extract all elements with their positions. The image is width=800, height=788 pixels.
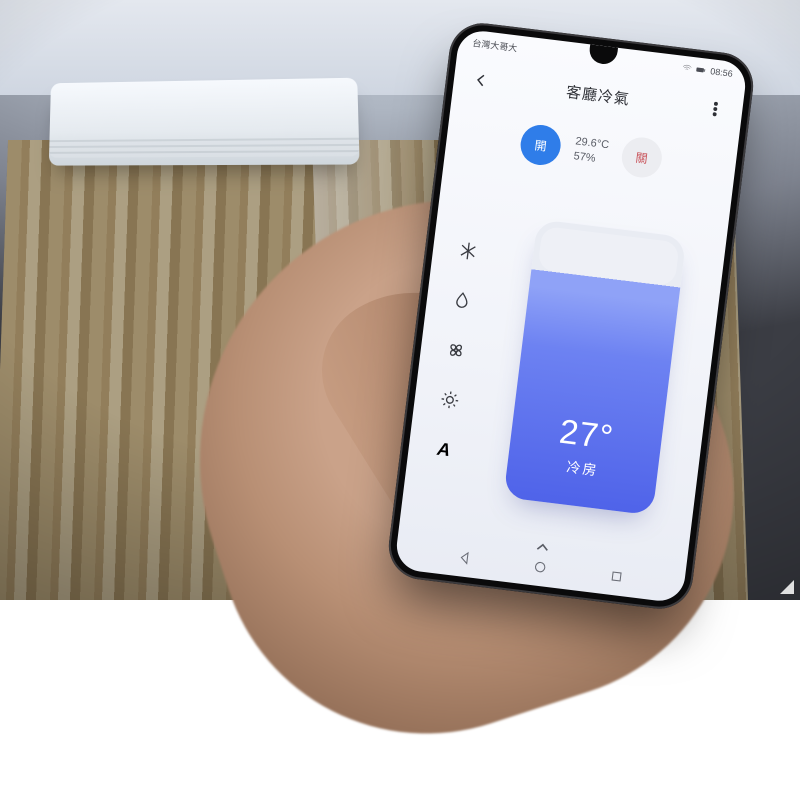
power-on-pill[interactable]: 開 [518, 123, 563, 168]
mode-auto[interactable]: A [429, 435, 458, 464]
power-off-label: 關 [635, 148, 649, 166]
phone-screen: 台灣大哥大 08:56 客廳冷氣 開 29.6°C 57% [394, 28, 748, 603]
mode-heat[interactable] [435, 385, 464, 414]
wifi-icon [682, 63, 693, 74]
arrow-left-icon [471, 70, 491, 90]
readings: 29.6°C 57% [573, 134, 610, 168]
battery-icon [696, 64, 707, 75]
back-button[interactable] [467, 66, 496, 95]
watermark-corner [780, 580, 794, 594]
mode-dry[interactable] [448, 286, 477, 315]
more-button[interactable] [701, 95, 730, 124]
status-icons: 08:56 [682, 63, 733, 79]
mode-fan[interactable] [441, 336, 470, 365]
triangle-back-icon [455, 548, 473, 566]
page-title: 客廳冷氣 [565, 80, 631, 109]
setpoint-mode: 冷房 [565, 457, 599, 481]
wall-ac-unit [49, 78, 360, 166]
snowflake-icon [457, 240, 479, 262]
temperature-card[interactable]: 27° 冷房 [503, 219, 686, 515]
sun-icon [439, 389, 461, 411]
power-on-label: 開 [534, 136, 548, 154]
fan-icon [445, 339, 467, 361]
carrier-label: 台灣大哥大 [472, 36, 518, 54]
nav-recent[interactable] [607, 567, 625, 590]
main-area: A 27° 冷房 [401, 177, 730, 550]
square-recent-icon [607, 567, 625, 585]
power-off-pill[interactable]: 關 [619, 135, 664, 180]
setpoint-value: 27° [557, 413, 616, 458]
clock: 08:56 [710, 66, 734, 79]
card-cap [537, 226, 679, 286]
nav-home[interactable] [531, 558, 549, 581]
circle-home-icon [531, 558, 549, 576]
more-vert-icon [705, 99, 725, 119]
nav-back[interactable] [455, 548, 473, 571]
droplet-icon [451, 289, 473, 311]
mode-cool[interactable] [454, 236, 483, 265]
auto-icon: A [436, 438, 451, 460]
